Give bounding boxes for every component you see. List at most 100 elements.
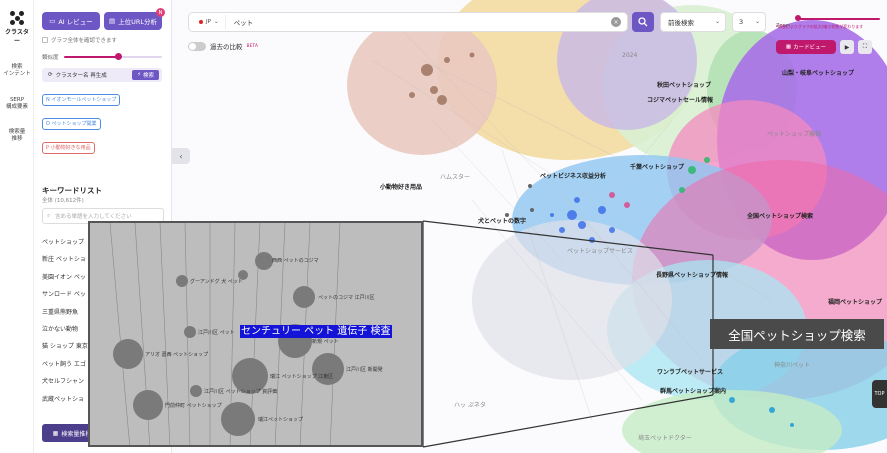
slider-fill bbox=[64, 56, 118, 58]
nav-label: インテント bbox=[3, 71, 31, 77]
fullscreen-button[interactable]: ⛶ bbox=[858, 40, 872, 54]
inset-label: 瑞江 ペットショップ 江東区 bbox=[270, 374, 334, 380]
cluster-label[interactable]: 山梨・岐阜ペットショップ bbox=[782, 68, 854, 77]
zoom-knob[interactable] bbox=[795, 15, 801, 21]
inset-label: ペットのコジマ 江戸川区 bbox=[318, 295, 375, 301]
cluster-label[interactable]: 秋田ペットショップ bbox=[657, 80, 711, 89]
search-bar[interactable]: JP ⌄ ペット × bbox=[188, 12, 628, 32]
nav-label: 構成要素 bbox=[5, 104, 28, 110]
app-logo[interactable]: クラスター bbox=[4, 11, 30, 45]
nav-item-intent[interactable]: 検索 インテント bbox=[2, 64, 32, 78]
logo-text: クラスター bbox=[5, 29, 29, 45]
cluster-label[interactable]: 神奈川ペット bbox=[774, 360, 810, 369]
view-label: 検索 bbox=[142, 73, 154, 79]
inset-label: 門前仲町 ペットショップ bbox=[165, 403, 222, 409]
nav-rail: クラスター 検索 インテント SERP 構成要素 検索量 推移 bbox=[0, 0, 34, 453]
inset-label: グーアンドグ 犬 ペット bbox=[190, 279, 243, 285]
cluster-label[interactable]: 長野県ペットショップ情報 bbox=[656, 270, 728, 279]
top-url-button[interactable]: ▤ 上位URL分析 N bbox=[104, 8, 165, 30]
inset-label: 江戸川区 ペット bbox=[198, 330, 235, 336]
chevron-left-icon: ‹ bbox=[179, 151, 183, 161]
compare-toggle[interactable]: 過去の比較 BETA bbox=[188, 41, 258, 51]
cluster-label[interactable]: 千葉ペットショップ bbox=[630, 162, 684, 171]
nav-item-serp[interactable]: SERP 構成要素 bbox=[2, 97, 32, 111]
ai-review-label: AI レビュー bbox=[58, 18, 93, 26]
cluster-chip[interactable]: P 小動物好きな用品 bbox=[42, 142, 95, 154]
clear-icon[interactable]: × bbox=[611, 17, 621, 27]
keyword-search-placeholder: 含める単語を入力してください bbox=[55, 214, 132, 220]
country-select[interactable]: JP ⌄ bbox=[193, 15, 226, 29]
play-button[interactable]: ▶ bbox=[840, 40, 854, 54]
cluster-name-regenerate[interactable]: ⟳ クラスター名 再生成 ⚡ 検索 bbox=[42, 68, 162, 82]
collapse-sidebar-button[interactable]: ‹ bbox=[172, 148, 190, 164]
inset-label: 西西 ペットのコジマ bbox=[272, 258, 319, 264]
cluster-name-label: クラスター名 再生成 bbox=[55, 73, 107, 79]
inset-label: アリオ 葛西 ペットショップ bbox=[145, 352, 209, 358]
compare-label: 過去の比較 bbox=[210, 43, 243, 51]
slider-knob[interactable] bbox=[114, 53, 122, 60]
cluster-label[interactable]: ペットショップサービス bbox=[567, 246, 633, 255]
chart-icon: ▦ bbox=[52, 429, 59, 437]
inset-label: 江戸川区 ペットショップ 資評価 bbox=[204, 389, 278, 395]
zoom-inset: 西西 ペットのコジマ グーアンドグ 犬 ペット ペットのコジマ 江戸川区 江戸川… bbox=[88, 221, 423, 447]
cluster-label[interactable]: 小動物好き用品 bbox=[380, 182, 422, 191]
search-icon bbox=[638, 17, 648, 27]
ai-review-button[interactable]: ▭ AI レビュー bbox=[42, 12, 100, 30]
cluster-label[interactable]: ペットショップ機械 bbox=[767, 129, 821, 138]
nav-label: 検索量 bbox=[8, 129, 26, 135]
beta-badge: BETA bbox=[246, 43, 258, 49]
keyword-list-title: キーワードリスト bbox=[42, 186, 102, 195]
cluster-chip[interactable]: N イオンモールペットショップ bbox=[42, 94, 121, 106]
checkbox-icon bbox=[42, 37, 48, 43]
cluster-label[interactable]: 福岡ペットショップ bbox=[828, 297, 882, 306]
toggle-switch[interactable] bbox=[188, 41, 206, 51]
cluster-label[interactable]: ハムスター bbox=[440, 172, 470, 181]
zoom-track[interactable] bbox=[796, 18, 880, 20]
cluster-label[interactable]: 全国ペットショップ検索 bbox=[747, 211, 813, 220]
view-button[interactable]: ⚡ 検索 bbox=[132, 70, 159, 80]
cluster-chip[interactable]: O ペットショップ開業 bbox=[42, 118, 101, 130]
cluster-label[interactable]: ハッ ぷネタ bbox=[454, 400, 486, 409]
document-icon: ▤ bbox=[108, 17, 116, 25]
card-view-label: カードビュー bbox=[793, 45, 827, 51]
slider-track bbox=[64, 53, 162, 60]
highlighted-keyword[interactable]: センチュリー ペット 遺伝子 検査 bbox=[240, 325, 392, 338]
nav-label: 検索 bbox=[11, 64, 23, 70]
zoom-note: *調整によりグラフの拡大/縮小状態が変わります bbox=[776, 24, 864, 29]
inset-label: 瑞江ペットショップ bbox=[258, 417, 304, 423]
search-query[interactable]: ペット bbox=[234, 17, 254, 27]
nav-label: SERP bbox=[9, 97, 25, 103]
nav-label: 推移 bbox=[11, 136, 23, 142]
cluster-label[interactable]: コジマペットセール情報 bbox=[647, 95, 713, 104]
top-url-label: 上位URL分析 bbox=[118, 18, 158, 26]
chevron-down-icon: ⌄ bbox=[714, 18, 720, 25]
fullscreen-icon: ⛶ bbox=[862, 43, 868, 50]
inset-label: 新規 ペット bbox=[312, 339, 339, 345]
cluster-label[interactable]: 2024 bbox=[622, 52, 637, 59]
card-view-button[interactable]: ▦ カードビュー bbox=[776, 40, 836, 54]
cluster-label[interactable]: 群馬ペットショップ案内 bbox=[660, 386, 726, 395]
zoom-control[interactable]: Zoom *調整によりグラフの拡大/縮小状態が変わります bbox=[776, 12, 884, 32]
cluster-label[interactable]: ワンラブペットサービス bbox=[657, 367, 723, 376]
search-icon: ⌕ bbox=[47, 212, 51, 219]
search-mode-select[interactable]: 前後検索 ⌄ bbox=[660, 12, 726, 32]
similarity-slider[interactable]: 類似度 bbox=[42, 52, 162, 62]
country-code: JP bbox=[206, 19, 211, 25]
cluster-label[interactable]: ペットビジネス収益分析 bbox=[540, 171, 606, 180]
nav-item-volume[interactable]: 検索量 推移 bbox=[2, 129, 32, 143]
refresh-icon: ⟳ bbox=[48, 72, 53, 78]
checkbox-label: グラフ全体を確認できます bbox=[51, 38, 118, 44]
cluster-label[interactable]: 埼玉ペットドクター bbox=[638, 433, 692, 442]
chat-icon: ▭ bbox=[49, 17, 56, 25]
cluster-label[interactable]: 犬とペットの数字 bbox=[478, 216, 526, 225]
depth-select[interactable]: 3 ⌄ bbox=[732, 12, 766, 32]
grid-icon: ▦ bbox=[785, 44, 792, 50]
keyword-count: 全体 (10,612件) bbox=[42, 198, 84, 204]
scroll-top-button[interactable]: TOP bbox=[872, 380, 887, 408]
similarity-label: 類似度 bbox=[42, 55, 59, 61]
volume-button-label: 検索量推移 bbox=[61, 430, 92, 438]
search-button[interactable] bbox=[632, 12, 654, 32]
callout-label: 全国ペットショップ検索 bbox=[710, 319, 884, 349]
play-icon: ▶ bbox=[844, 43, 850, 51]
show-whole-graph-checkbox[interactable]: グラフ全体を確認できます bbox=[42, 36, 117, 44]
